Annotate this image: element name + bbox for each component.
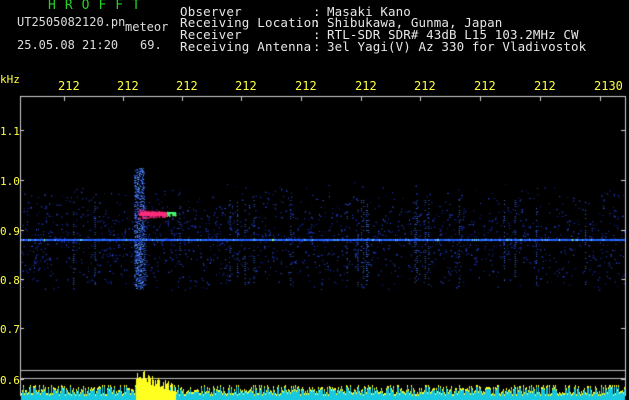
x-tick-label: 212 — [58, 79, 80, 93]
y-tick-label: 0.7 — [0, 323, 20, 336]
timestamp: 25.05.08 21:20 — [17, 38, 119, 52]
x-tick-label: 212 — [235, 79, 257, 93]
file-name: UT2505082120.pn — [17, 15, 126, 29]
x-tick-label: 212 — [117, 79, 139, 93]
y-tick-label: 0.6 — [0, 374, 20, 387]
x-tick-label: 2130 — [594, 79, 623, 93]
meteor-label: meteor — [125, 20, 169, 34]
meteor-count: 69. — [140, 38, 162, 52]
axis-unit-label: kHz — [0, 73, 20, 86]
y-tick-label: 0.8 — [0, 274, 20, 287]
y-tick-label: 0.9 — [0, 225, 20, 238]
antenna-value: 3el Yagi(V) Az 330 for Vladivostok — [327, 39, 587, 54]
x-tick-label: 212 — [295, 79, 317, 93]
antenna-label: Receiving Antenna — [180, 39, 312, 54]
x-tick-label: 212 — [534, 79, 556, 93]
x-tick-label: 212 — [414, 79, 436, 93]
x-tick-label: 212 — [176, 79, 198, 93]
antenna-sep: : — [313, 39, 321, 54]
app-title: HROFFT — [48, 0, 149, 13]
y-tick-label: 1.0 — [0, 175, 20, 188]
spectrogram-canvas — [0, 0, 629, 400]
y-tick-label: 1.1 — [0, 125, 20, 138]
x-tick-label: 212 — [355, 79, 377, 93]
x-tick-label: 212 — [474, 79, 496, 93]
